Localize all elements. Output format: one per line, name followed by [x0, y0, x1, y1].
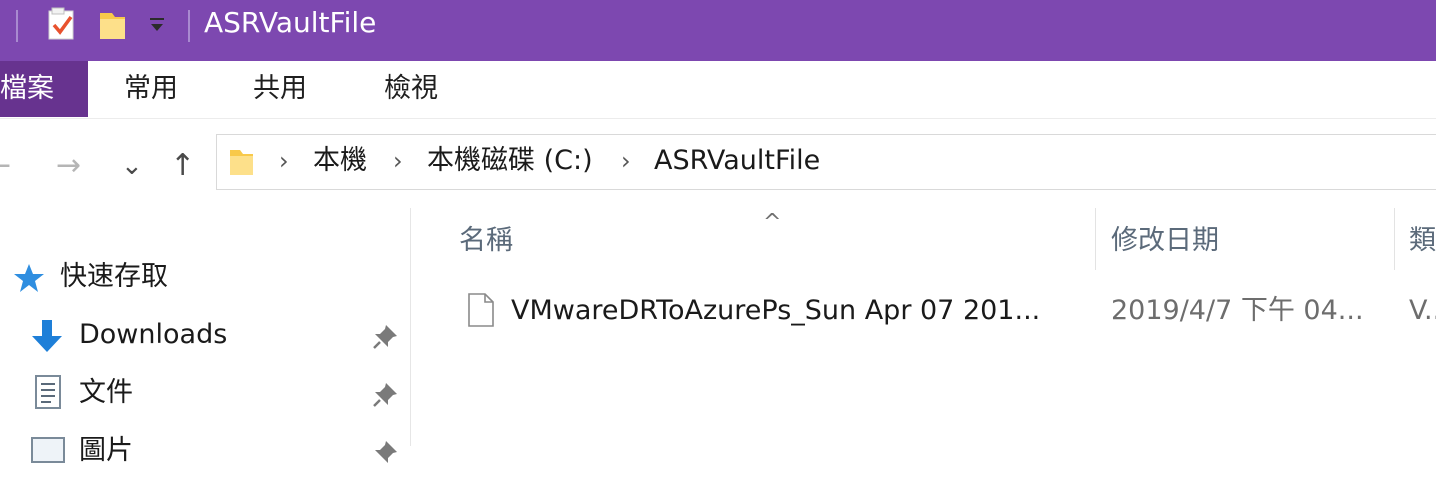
sidebar-item-label: 快速存取	[60, 261, 168, 292]
address-bar[interactable]: › 本機 › 本機磁碟 (C:) › ASRVaultFile	[216, 134, 1436, 190]
tab-file[interactable]: 檔案	[0, 61, 88, 117]
file-type: V...	[1409, 295, 1436, 326]
file-list: ^ 名稱 修改日期 類型 VMwareDRToAzurePs_Sun Apr 0…	[411, 208, 1436, 446]
sort-ascending-icon: ^	[763, 210, 782, 235]
recent-locations-button[interactable]: ⌄	[121, 148, 143, 184]
file-date-modified: 2019/4/7 下午 04...	[1111, 295, 1364, 326]
tab-file-label: 檔案	[0, 73, 54, 104]
breadcrumb-separator-icon: ›	[393, 147, 403, 175]
breadcrumb-local-disk[interactable]: 本機磁碟 (C:)	[427, 144, 593, 178]
file-name[interactable]: VMwareDRToAzurePs_Sun Apr 07 201...	[511, 294, 1040, 328]
breadcrumb-this-pc[interactable]: 本機	[313, 144, 367, 178]
sidebar-item-label: 文件	[79, 377, 133, 408]
table-row[interactable]: VMwareDRToAzurePs_Sun Apr 07 201... 2019…	[411, 286, 1436, 338]
tab-home[interactable]: 常用	[124, 61, 178, 117]
properties-checkbox-icon[interactable]	[46, 7, 78, 47]
navigation-bar: ← → ⌄ ↑ › 本機 › 本機磁碟 (C:) › ASRVaultFile	[0, 118, 1436, 208]
column-header-name[interactable]: 名稱	[459, 224, 513, 258]
sidebar-item-pictures[interactable]: 圖片	[0, 426, 410, 478]
document-icon	[34, 374, 64, 416]
window-title: ASRVaultFile	[204, 6, 377, 39]
pin-icon[interactable]	[372, 438, 400, 470]
breadcrumb-separator-icon: ›	[279, 147, 289, 175]
navigation-pane: 快速存取 Downloads 文件 圖片	[0, 208, 410, 466]
pin-icon[interactable]	[372, 322, 400, 354]
title-bar-separator	[188, 10, 190, 42]
column-divider[interactable]	[1095, 208, 1096, 270]
column-header-date-modified[interactable]: 修改日期	[1111, 224, 1219, 258]
sidebar-item-quick-access[interactable]: 快速存取	[0, 252, 410, 304]
star-icon	[12, 262, 46, 298]
pictures-icon	[30, 436, 66, 470]
up-button[interactable]: ↑	[170, 148, 195, 184]
pin-icon[interactable]	[372, 380, 400, 412]
ribbon-tabs: 檔案 常用 共用 檢視	[0, 61, 1436, 119]
column-divider[interactable]	[1394, 208, 1395, 270]
breadcrumb-separator-icon: ›	[621, 147, 631, 175]
new-folder-icon[interactable]	[98, 7, 128, 47]
download-arrow-icon	[30, 318, 64, 360]
title-bar-separator	[16, 10, 18, 42]
back-button[interactable]: ←	[0, 148, 11, 184]
sidebar-item-label: Downloads	[79, 319, 228, 350]
tab-share[interactable]: 共用	[253, 61, 307, 117]
file-icon	[467, 292, 495, 332]
column-header-type[interactable]: 類型	[1409, 224, 1436, 258]
title-bar: ASRVaultFile	[0, 0, 1436, 61]
customize-dropdown-icon[interactable]	[148, 14, 166, 42]
sidebar-item-documents[interactable]: 文件	[0, 368, 410, 420]
breadcrumb-asrvaultfile[interactable]: ASRVaultFile	[654, 144, 820, 178]
tab-view[interactable]: 檢視	[384, 61, 438, 117]
sidebar-item-downloads[interactable]: Downloads	[0, 310, 410, 362]
sidebar-item-label: 圖片	[79, 435, 133, 466]
forward-button[interactable]: →	[56, 148, 81, 184]
folder-icon	[229, 147, 255, 181]
